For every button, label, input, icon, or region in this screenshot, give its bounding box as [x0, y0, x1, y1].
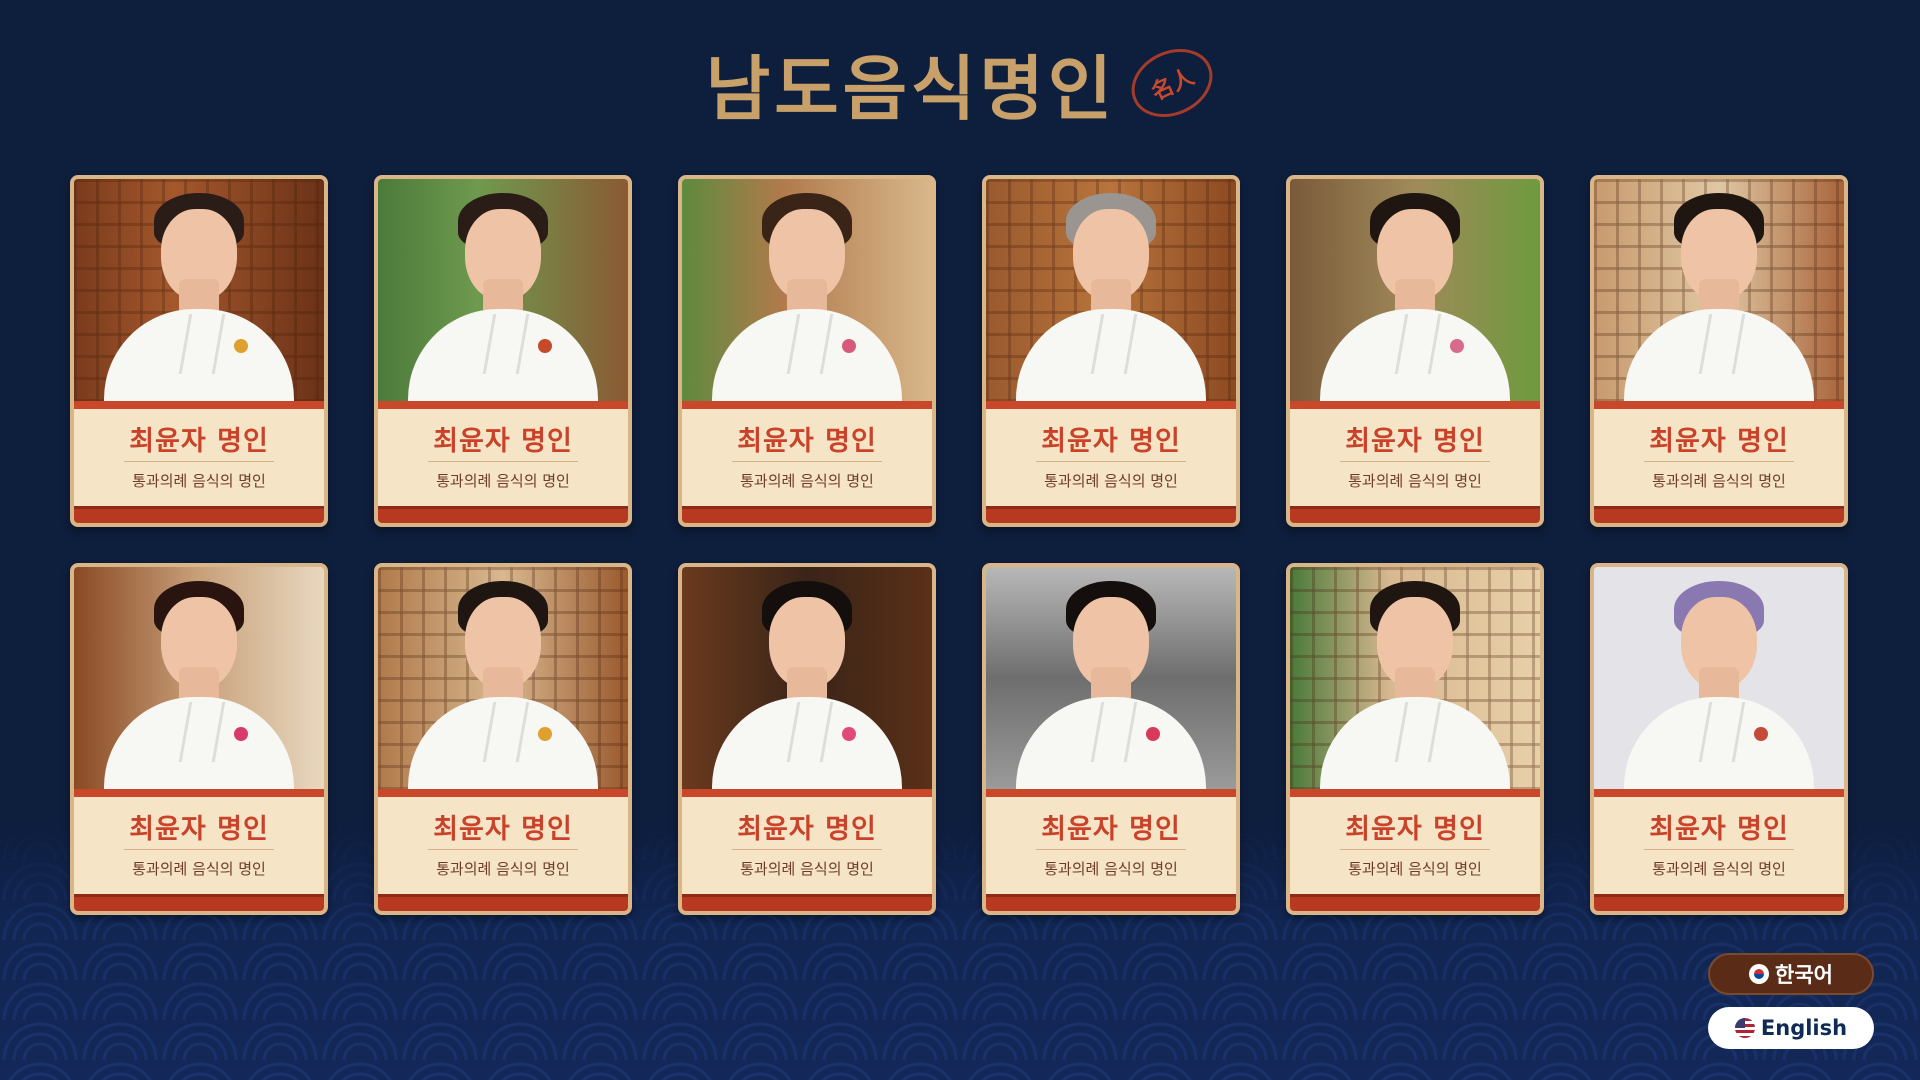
master-name: 최윤자 명인: [1649, 814, 1789, 845]
master-card[interactable]: 최윤자 명인 통과의례 음식의 명인: [982, 175, 1240, 527]
master-subtitle: 통과의례 음식의 명인: [436, 472, 570, 490]
usa-flag-icon: [1734, 1018, 1755, 1038]
master-name: 최윤자 명인: [1649, 426, 1789, 457]
master-card[interactable]: 최윤자 명인 통과의례 음식의 명인: [1286, 175, 1544, 527]
master-photo: [986, 567, 1236, 789]
master-card[interactable]: 최윤자 명인 통과의례 음식의 명인: [678, 175, 936, 527]
master-name: 최윤자 명인: [129, 426, 269, 457]
master-photo: [682, 179, 932, 401]
master-card[interactable]: 최윤자 명인 통과의례 음식의 명인: [374, 563, 632, 915]
master-subtitle: 통과의례 음식의 명인: [1652, 860, 1786, 878]
master-name: 최윤자 명인: [1041, 426, 1181, 457]
master-card[interactable]: 최윤자 명인 통과의례 음식의 명인: [1286, 563, 1544, 915]
master-card[interactable]: 최윤자 명인 통과의례 음식의 명인: [678, 563, 936, 915]
master-subtitle: 통과의례 음식의 명인: [740, 860, 874, 878]
master-name: 최윤자 명인: [737, 426, 877, 457]
master-card[interactable]: 최윤자 명인 통과의례 음식의 명인: [982, 563, 1240, 915]
header: 남도음식명인 名人: [0, 36, 1920, 130]
page-title: 남도음식명인: [705, 46, 1117, 130]
master-subtitle: 통과의례 음식의 명인: [436, 860, 570, 878]
master-name: 최윤자 명인: [1345, 814, 1485, 845]
master-name: 최윤자 명인: [737, 814, 877, 845]
master-photo: [378, 567, 628, 789]
master-photo: [986, 179, 1236, 401]
korea-flag-icon: [1749, 964, 1770, 984]
master-name: 최윤자 명인: [433, 814, 573, 845]
master-subtitle: 통과의례 음식의 명인: [1652, 472, 1786, 490]
master-name: 최윤자 명인: [1041, 814, 1181, 845]
master-name: 최윤자 명인: [129, 814, 269, 845]
master-subtitle: 통과의례 음식의 명인: [1044, 472, 1178, 490]
master-photo: [378, 179, 628, 401]
master-photo: [682, 567, 932, 789]
seal-text: 名人: [1147, 63, 1199, 106]
master-card[interactable]: 최윤자 명인 통과의례 음식의 명인: [70, 563, 328, 915]
korean-language-label: 한국어: [1775, 963, 1833, 987]
master-photo: [1594, 179, 1844, 401]
master-subtitle: 통과의례 음식의 명인: [132, 860, 266, 878]
master-subtitle: 통과의례 음식의 명인: [132, 472, 266, 490]
master-photo: [74, 567, 324, 789]
seal-stamp-icon: 名人: [1120, 36, 1224, 130]
master-subtitle: 통과의례 음식의 명인: [1348, 472, 1482, 490]
master-photo: [1290, 567, 1540, 789]
master-photo: [1594, 567, 1844, 789]
master-subtitle: 통과의례 음식의 명인: [1348, 860, 1482, 878]
master-card-grid: 최윤자 명인 통과의례 음식의 명인 최윤자 명인 통과의례 음식의 명인 최윤…: [70, 175, 1848, 915]
master-card[interactable]: 최윤자 명인 통과의례 음식의 명인: [1590, 175, 1848, 527]
master-card[interactable]: 최윤자 명인 통과의례 음식의 명인: [1590, 563, 1848, 915]
english-language-label: English: [1760, 1016, 1848, 1040]
master-card[interactable]: 최윤자 명인 통과의례 음식의 명인: [70, 175, 328, 527]
korean-language-button[interactable]: 한국어: [1708, 953, 1874, 995]
english-language-button[interactable]: English: [1708, 1007, 1874, 1049]
master-subtitle: 통과의례 음식의 명인: [1044, 860, 1178, 878]
master-name: 최윤자 명인: [1345, 426, 1485, 457]
master-photo: [1290, 179, 1540, 401]
master-subtitle: 통과의례 음식의 명인: [740, 472, 874, 490]
master-photo: [74, 179, 324, 401]
master-card[interactable]: 최윤자 명인 통과의례 음식의 명인: [374, 175, 632, 527]
master-name: 최윤자 명인: [433, 426, 573, 457]
